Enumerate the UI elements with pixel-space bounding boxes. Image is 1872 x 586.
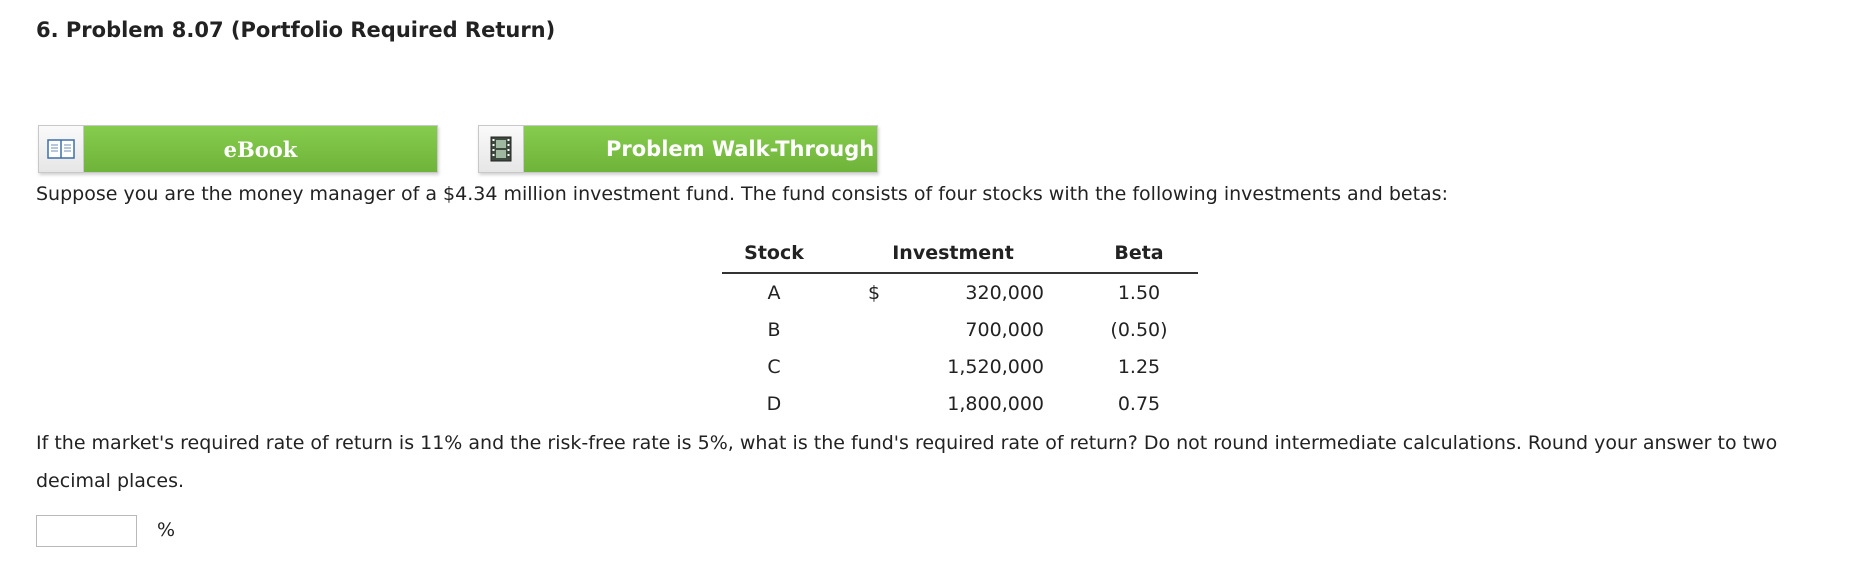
film-icon	[479, 126, 524, 172]
investment-value: 320,000	[965, 281, 1044, 304]
cell-stock: D	[766, 392, 782, 415]
cell-beta: 0.75	[1117, 392, 1161, 415]
cell-investment: 1,800,000	[947, 392, 1044, 415]
answer-input[interactable]	[36, 515, 137, 547]
cell-investment: $320,000	[826, 273, 1080, 311]
cell-beta: (0.50)	[1110, 318, 1168, 341]
header-beta: Beta	[1080, 234, 1198, 274]
problem-title: 6. Problem 8.07 (Portfolio Required Retu…	[36, 18, 556, 42]
ebook-button[interactable]: eBook	[38, 125, 438, 173]
intro-text: Suppose you are the money manager of a $…	[36, 183, 1448, 205]
cell-beta: 1.25	[1117, 355, 1161, 378]
table-row: C 1,520,000 1.25	[722, 348, 1198, 385]
header-investment: Investment	[826, 234, 1080, 274]
problem-walkthrough-label: Problem Walk-Through	[524, 126, 877, 172]
table-row: A $320,000 1.50	[722, 273, 1198, 311]
ebook-button-label: eBook	[84, 126, 437, 172]
table-header-row: Stock Investment Beta	[722, 234, 1198, 274]
cell-beta: 1.50	[1117, 281, 1161, 304]
question-text: If the market's required rate of return …	[36, 432, 1778, 492]
currency-symbol: $	[868, 281, 881, 304]
table-row: B 700,000 (0.50)	[722, 311, 1198, 348]
cell-stock: A	[767, 281, 781, 304]
problem-walkthrough-button[interactable]: Problem Walk-Through	[478, 125, 878, 173]
cell-stock: B	[767, 318, 781, 341]
cell-investment: 700,000	[965, 318, 1044, 341]
cell-stock: C	[767, 355, 781, 378]
stocks-table: Stock Investment Beta A $320,000 1.50 B …	[722, 234, 1198, 422]
cell-investment: 1,520,000	[947, 355, 1044, 378]
book-icon	[39, 126, 84, 172]
header-stock: Stock	[722, 234, 826, 274]
table-row: D 1,800,000 0.75	[722, 385, 1198, 422]
percent-unit: %	[157, 519, 176, 541]
